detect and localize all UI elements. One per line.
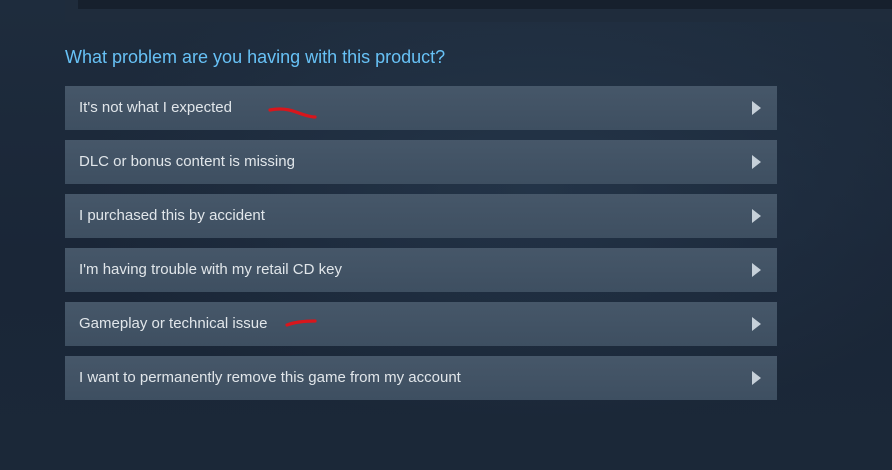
chevron-right-icon: [752, 155, 761, 169]
chevron-right-icon: [752, 209, 761, 223]
option-label: It's not what I expected: [79, 99, 232, 116]
option-dlc-missing[interactable]: DLC or bonus content is missing: [65, 140, 777, 184]
option-label: I want to permanently remove this game f…: [79, 369, 461, 386]
option-purchased-by-accident[interactable]: I purchased this by accident: [65, 194, 777, 238]
option-retail-cd-key[interactable]: I'm having trouble with my retail CD key: [65, 248, 777, 292]
chevron-right-icon: [752, 317, 761, 331]
problem-question-heading: What problem are you having with this pr…: [65, 47, 446, 67]
previous-section-inner-panel: [78, 0, 892, 9]
option-label: I purchased this by accident: [79, 207, 265, 224]
chevron-right-icon: [752, 101, 761, 115]
option-label: DLC or bonus content is missing: [79, 153, 295, 170]
chevron-right-icon: [752, 263, 761, 277]
option-label: I'm having trouble with my retail CD key: [79, 261, 342, 278]
chevron-right-icon: [752, 371, 761, 385]
option-gameplay-technical-issue[interactable]: Gameplay or technical issue: [65, 302, 777, 346]
option-label: Gameplay or technical issue: [79, 315, 268, 332]
option-not-what-expected[interactable]: It's not what I expected: [65, 86, 777, 130]
problem-options-list: It's not what I expected DLC or bonus co…: [65, 86, 777, 410]
option-remove-game-from-account[interactable]: I want to permanently remove this game f…: [65, 356, 777, 400]
